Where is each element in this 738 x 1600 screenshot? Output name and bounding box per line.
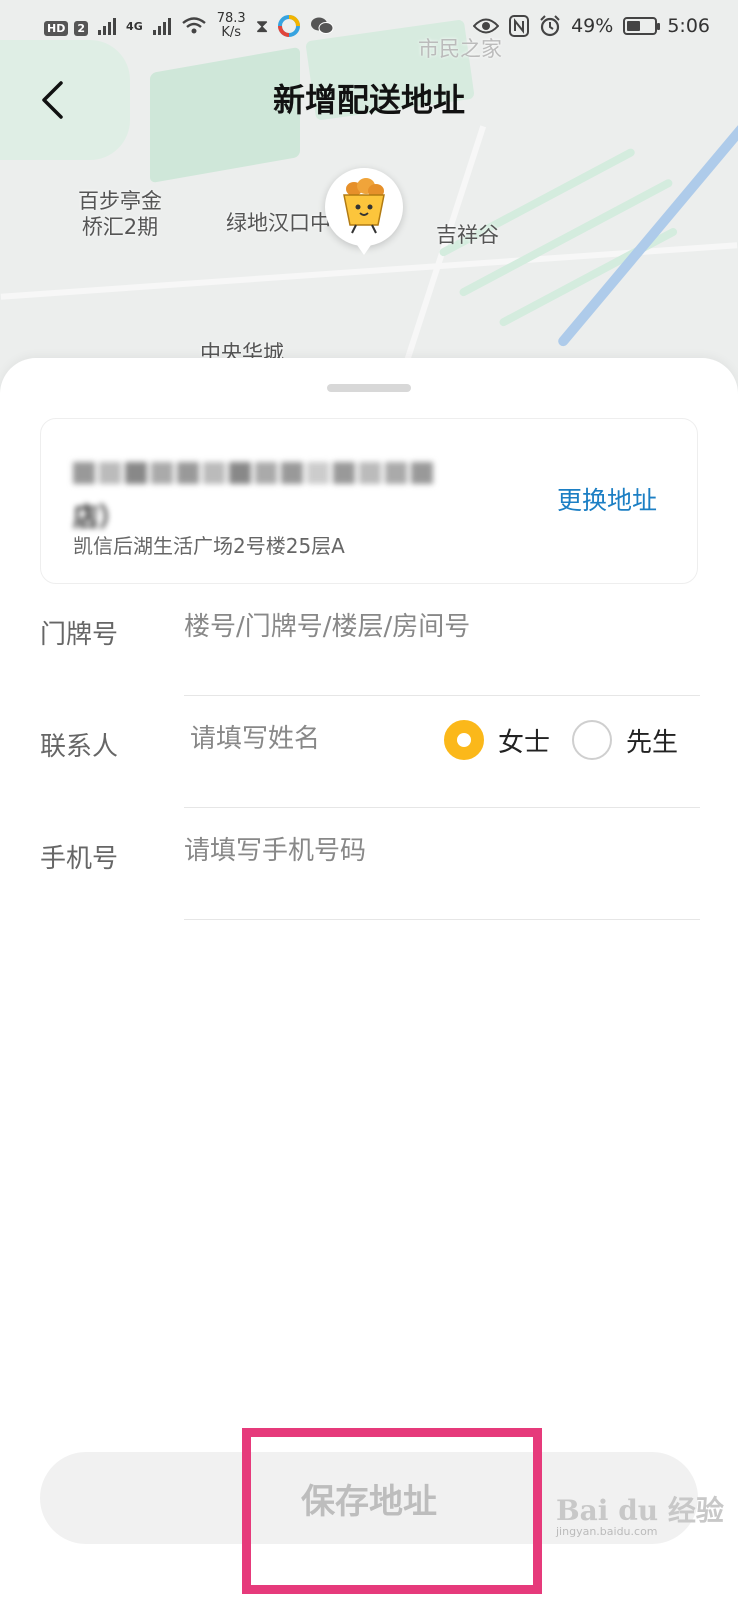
status-bar-left: HD 2 4G 78.3 K/s ⧗	[44, 12, 334, 40]
radio-unchecked-icon	[572, 720, 612, 760]
hourglass-icon: ⧗	[255, 15, 269, 37]
wifi-icon	[181, 17, 206, 34]
app-notification-icon	[278, 15, 301, 37]
network-speed: 78.3 K/s	[217, 12, 246, 40]
gender-label-male: 先生	[626, 727, 679, 758]
watermark-brand: Bai du 经验	[556, 1494, 724, 1527]
battery-percent: 49%	[571, 15, 614, 37]
watermark-url: jingyan.baidu.com	[556, 1525, 658, 1538]
radio-checked-icon	[444, 720, 484, 760]
speed-value: 78.3	[216, 11, 246, 26]
baidu-watermark: Bai du 经验 jingyan.baidu.com	[556, 1496, 724, 1538]
change-address-link[interactable]: 更换地址	[557, 481, 657, 517]
map-label: 百步亭金 桥汇2期	[78, 189, 162, 239]
contact-row: 联系人 女士 先生	[40, 696, 700, 808]
map-label: 吉祥谷	[436, 223, 499, 247]
hd-badge-text: HD	[44, 21, 69, 36]
eye-icon	[473, 18, 500, 34]
network-4g-label: 4G	[126, 19, 143, 33]
wechat-icon	[311, 17, 334, 34]
sim-badge-text: 2	[74, 21, 89, 36]
map-label: 绿地汉口中	[226, 211, 331, 235]
selected-address-card[interactable]: 店） 凯信后湖生活广场2号楼25层A 更换地址	[40, 418, 698, 584]
doorplate-row: 门牌号	[40, 584, 700, 696]
gender-option-female[interactable]: 女士	[444, 720, 550, 760]
signal-1-icon	[98, 17, 117, 35]
phone-label: 手机号	[40, 844, 119, 874]
battery-fill	[627, 21, 641, 31]
phone-input[interactable]	[184, 826, 684, 876]
address-name-text: 店）	[73, 503, 126, 533]
gender-label-female: 女士	[498, 727, 551, 758]
phone-row: 手机号	[40, 808, 700, 920]
speed-unit: K/s	[221, 25, 242, 40]
location-pin	[325, 168, 403, 255]
sheet-drag-handle[interactable]	[327, 384, 411, 392]
contact-label: 联系人	[40, 732, 119, 762]
nfc-icon	[509, 15, 530, 37]
doorplate-label: 门牌号	[40, 620, 119, 650]
status-bar: HD 2 4G 78.3 K/s ⧗ 49% 5:06	[0, 0, 738, 52]
status-bar-right: 49% 5:06	[473, 15, 710, 37]
contact-name-input[interactable]	[190, 714, 420, 764]
alarm-icon	[540, 15, 560, 37]
hd-badge: HD 2	[44, 15, 89, 37]
mascot-icon	[343, 178, 385, 234]
address-detail: 凯信后湖生活广场2号楼25层A	[73, 534, 345, 558]
doorplate-input[interactable]	[184, 602, 684, 652]
battery-icon	[623, 17, 661, 35]
signal-2-icon	[152, 17, 171, 35]
address-name-blurred: 店）	[73, 449, 513, 541]
clock-time: 5:06	[667, 15, 710, 37]
map-view[interactable]: 市民之家 百步亭金 桥汇2期 绿地汉口中 吉祥谷 中央华城	[0, 0, 738, 420]
page-title: 新增配送地址	[272, 81, 465, 119]
gender-option-male[interactable]: 先生	[572, 720, 678, 760]
address-form-sheet: 店） 凯信后湖生活广场2号楼25层A 更换地址 门牌号 联系人 女士 先生 手机…	[0, 358, 738, 1600]
divider	[184, 919, 700, 920]
